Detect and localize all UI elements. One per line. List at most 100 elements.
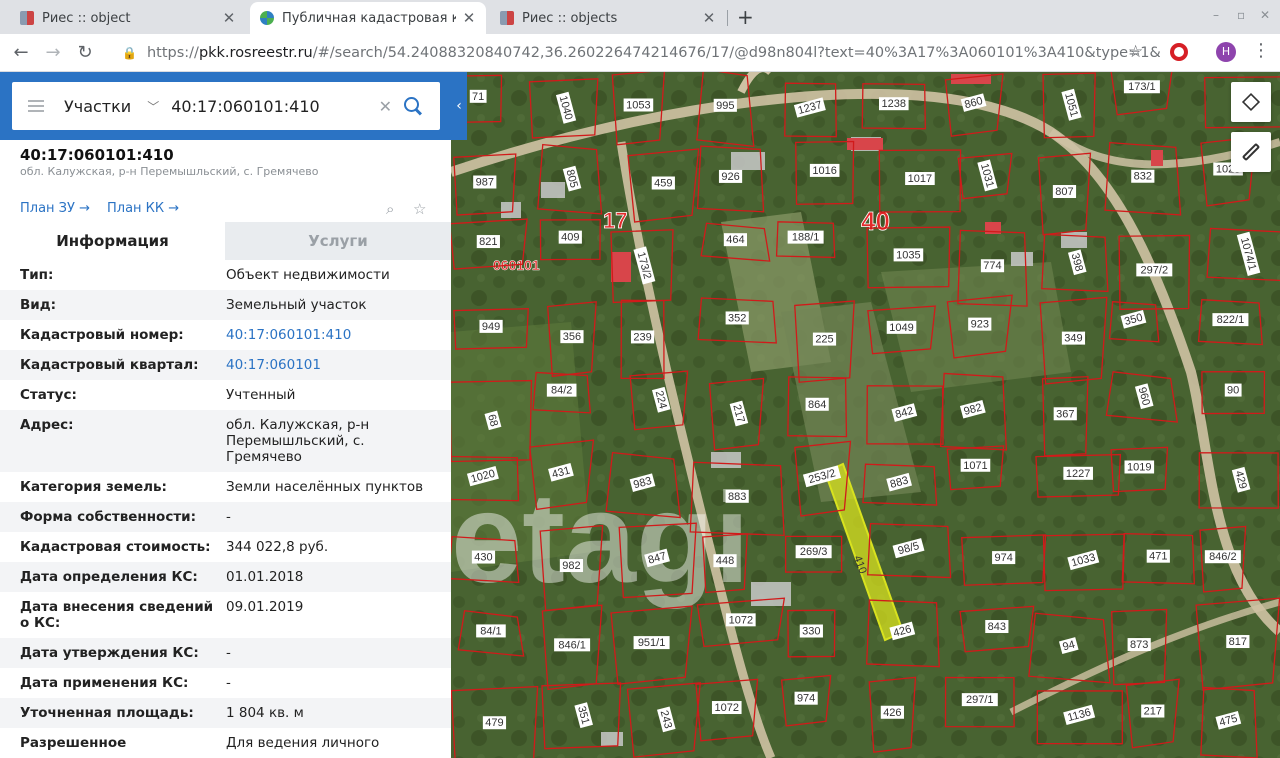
parcel-label: 822/1 (1217, 314, 1245, 326)
property-value: 09.01.2019 (226, 599, 304, 615)
parcel-label-group: 1053 (623, 98, 654, 112)
parcel-label: 1227 (1066, 468, 1090, 480)
property-value-link[interactable]: 40:17:060101 (226, 350, 451, 380)
property-value: Для ведения личного (226, 735, 380, 751)
tab-services[interactable]: Услуги (225, 222, 451, 260)
info-panel: Участки ﹀ 40:17:060101:410 ✕ 40:17:06010… (0, 72, 451, 758)
parcel-label-group: 225 (812, 332, 837, 346)
parcel-label-group: 923 (968, 317, 992, 331)
url-scheme: https:// (146, 45, 199, 61)
profile-avatar[interactable]: H (1216, 42, 1236, 62)
parcel-label: 995 (716, 100, 734, 112)
parcel-label: 297/2 (1141, 264, 1169, 276)
parcel-label-group: 239 (630, 330, 655, 344)
parcel-label-group: 71 (469, 89, 487, 103)
parcel-label: 1049 (889, 322, 913, 334)
parcel-label-group: 949 (479, 319, 503, 333)
property-key: Кадастровый номер: (20, 327, 184, 343)
property-row: Форма собственности: - (0, 502, 451, 532)
chevron-down-icon[interactable]: ﹀ (147, 98, 159, 115)
property-key: Кадастровый квартал: (20, 357, 199, 373)
parcel-label: 807 (1055, 186, 1073, 198)
map-canvas[interactable]: etagi 17 40 060101 410 71 1040 1053 995 1237… (451, 72, 1280, 758)
reload-icon[interactable]: ↻ (74, 42, 96, 63)
property-value-link[interactable]: 40:17:060101:410 (226, 320, 451, 350)
plan-kk-link[interactable]: План КК → (107, 201, 179, 216)
parcel-label: 459 (654, 178, 672, 190)
parcel-label-group: 974 (794, 691, 818, 705)
menu-icon[interactable] (28, 97, 44, 115)
parcel-label-group: 430 (471, 550, 496, 564)
new-tab-button[interactable]: + (737, 5, 754, 29)
measure-button[interactable] (1231, 132, 1271, 172)
parcel-label: 464 (726, 234, 744, 246)
parcel-label-group: 426 (880, 705, 904, 719)
browser-tab-2[interactable]: Публичная кадастровая карта ✕ (250, 2, 486, 34)
back-icon[interactable]: ← (10, 42, 32, 63)
clear-icon[interactable]: ✕ (379, 97, 392, 116)
browser-menu-icon[interactable]: ⋮ (1252, 40, 1270, 61)
parcel-label-group: 367 (1053, 407, 1077, 421)
browser-tabstrip: Риес :: object ✕ Публичная кадастровая к… (0, 0, 1280, 34)
parcel-label: 352 (728, 312, 746, 324)
layers-button[interactable] (1231, 82, 1271, 122)
parcel-label: 173/1 (1128, 81, 1156, 93)
property-row: Кадастровый номер: 40:17:060101:410 (0, 320, 451, 350)
layers-icon (1241, 92, 1261, 112)
opera-extension-icon[interactable] (1170, 43, 1188, 61)
parcel-label: 297/1 (966, 694, 994, 706)
tab-close-icon[interactable]: ✕ (222, 9, 236, 27)
parcel-label-group: 822/1 (1212, 313, 1249, 327)
forward-icon[interactable]: → (42, 42, 64, 63)
parcel-label: 1017 (908, 173, 932, 185)
close-window-button[interactable]: ✕ (1260, 8, 1270, 22)
parcel-label: 1072 (729, 614, 753, 626)
parcel-label: 84/2 (551, 385, 572, 397)
collapse-panel-button[interactable]: ‹ (451, 72, 467, 140)
url-path: /#/search/54.24088320840742,36.260226474… (312, 45, 1160, 61)
zoom-to-object-icon[interactable]: ⌕ (386, 200, 394, 218)
parcel-label-group: 1072 (711, 701, 742, 715)
favorite-star-icon[interactable]: ☆ (413, 200, 426, 218)
plan-zu-label: План ЗУ (20, 201, 75, 216)
bookmark-star-icon[interactable]: ☆ (1128, 42, 1143, 62)
object-address: обл. Калужская, р-н Перемышльский, с. Гр… (20, 165, 319, 178)
minimize-button[interactable]: – (1213, 8, 1219, 22)
search-type-select[interactable]: Участки (64, 97, 131, 116)
parcel-label: 356 (563, 331, 581, 343)
parcel-label: 1035 (896, 249, 920, 261)
parcel-label: 974 (797, 693, 815, 705)
parcel-label-group: 1238 (878, 97, 909, 111)
parcel-label: 982 (562, 560, 580, 572)
maximize-button[interactable]: ▫ (1237, 8, 1245, 22)
browser-tab-3[interactable]: Риес :: objects ✕ (490, 2, 726, 34)
parcel-label-group: 297/1 (961, 693, 998, 707)
parcel-label-group: 352 (725, 311, 749, 325)
cadastral-map[interactable]: etagi 17 40 060101 410 71 1040 1053 995 1237… (451, 72, 1280, 758)
parcel-label: 71 (472, 91, 484, 103)
parcel-label-group: 297/2 (1136, 263, 1173, 277)
arrow-right-icon: → (168, 201, 180, 216)
parcel-label-group: 269/3 (795, 545, 832, 559)
tab-close-icon[interactable]: ✕ (702, 9, 716, 27)
parcel-label: 923 (971, 319, 989, 331)
address-bar[interactable]: 🔒 https:// pkk.rosreestr.ru /#/search/54… (112, 38, 1160, 68)
parcel-label: 349 (1064, 333, 1082, 345)
property-value: 344 022,8 руб. (226, 539, 329, 555)
parcel-label-group: 1035 (893, 248, 924, 262)
property-row: Тип: Объект недвижимости (0, 260, 451, 290)
search-input[interactable]: 40:17:060101:410 (171, 97, 378, 116)
parcel-label-group: 409 (558, 230, 582, 244)
property-key: Статус: (20, 387, 77, 403)
rosreestr-favicon-icon (260, 11, 274, 25)
quarter-label: 40 (861, 206, 890, 236)
tab-close-icon[interactable]: ✕ (462, 9, 476, 27)
tab-title: Публичная кадастровая карта (282, 10, 456, 26)
tab-information[interactable]: Информация (0, 222, 225, 260)
property-key: Дата определения КС: (20, 569, 198, 585)
property-row: Дата применения КС: - (0, 668, 451, 698)
property-key: Категория земель: (20, 479, 167, 495)
search-icon[interactable] (404, 97, 422, 115)
plan-zu-link[interactable]: План ЗУ → (20, 201, 90, 216)
browser-tab-1[interactable]: Риес :: object ✕ (10, 2, 246, 34)
